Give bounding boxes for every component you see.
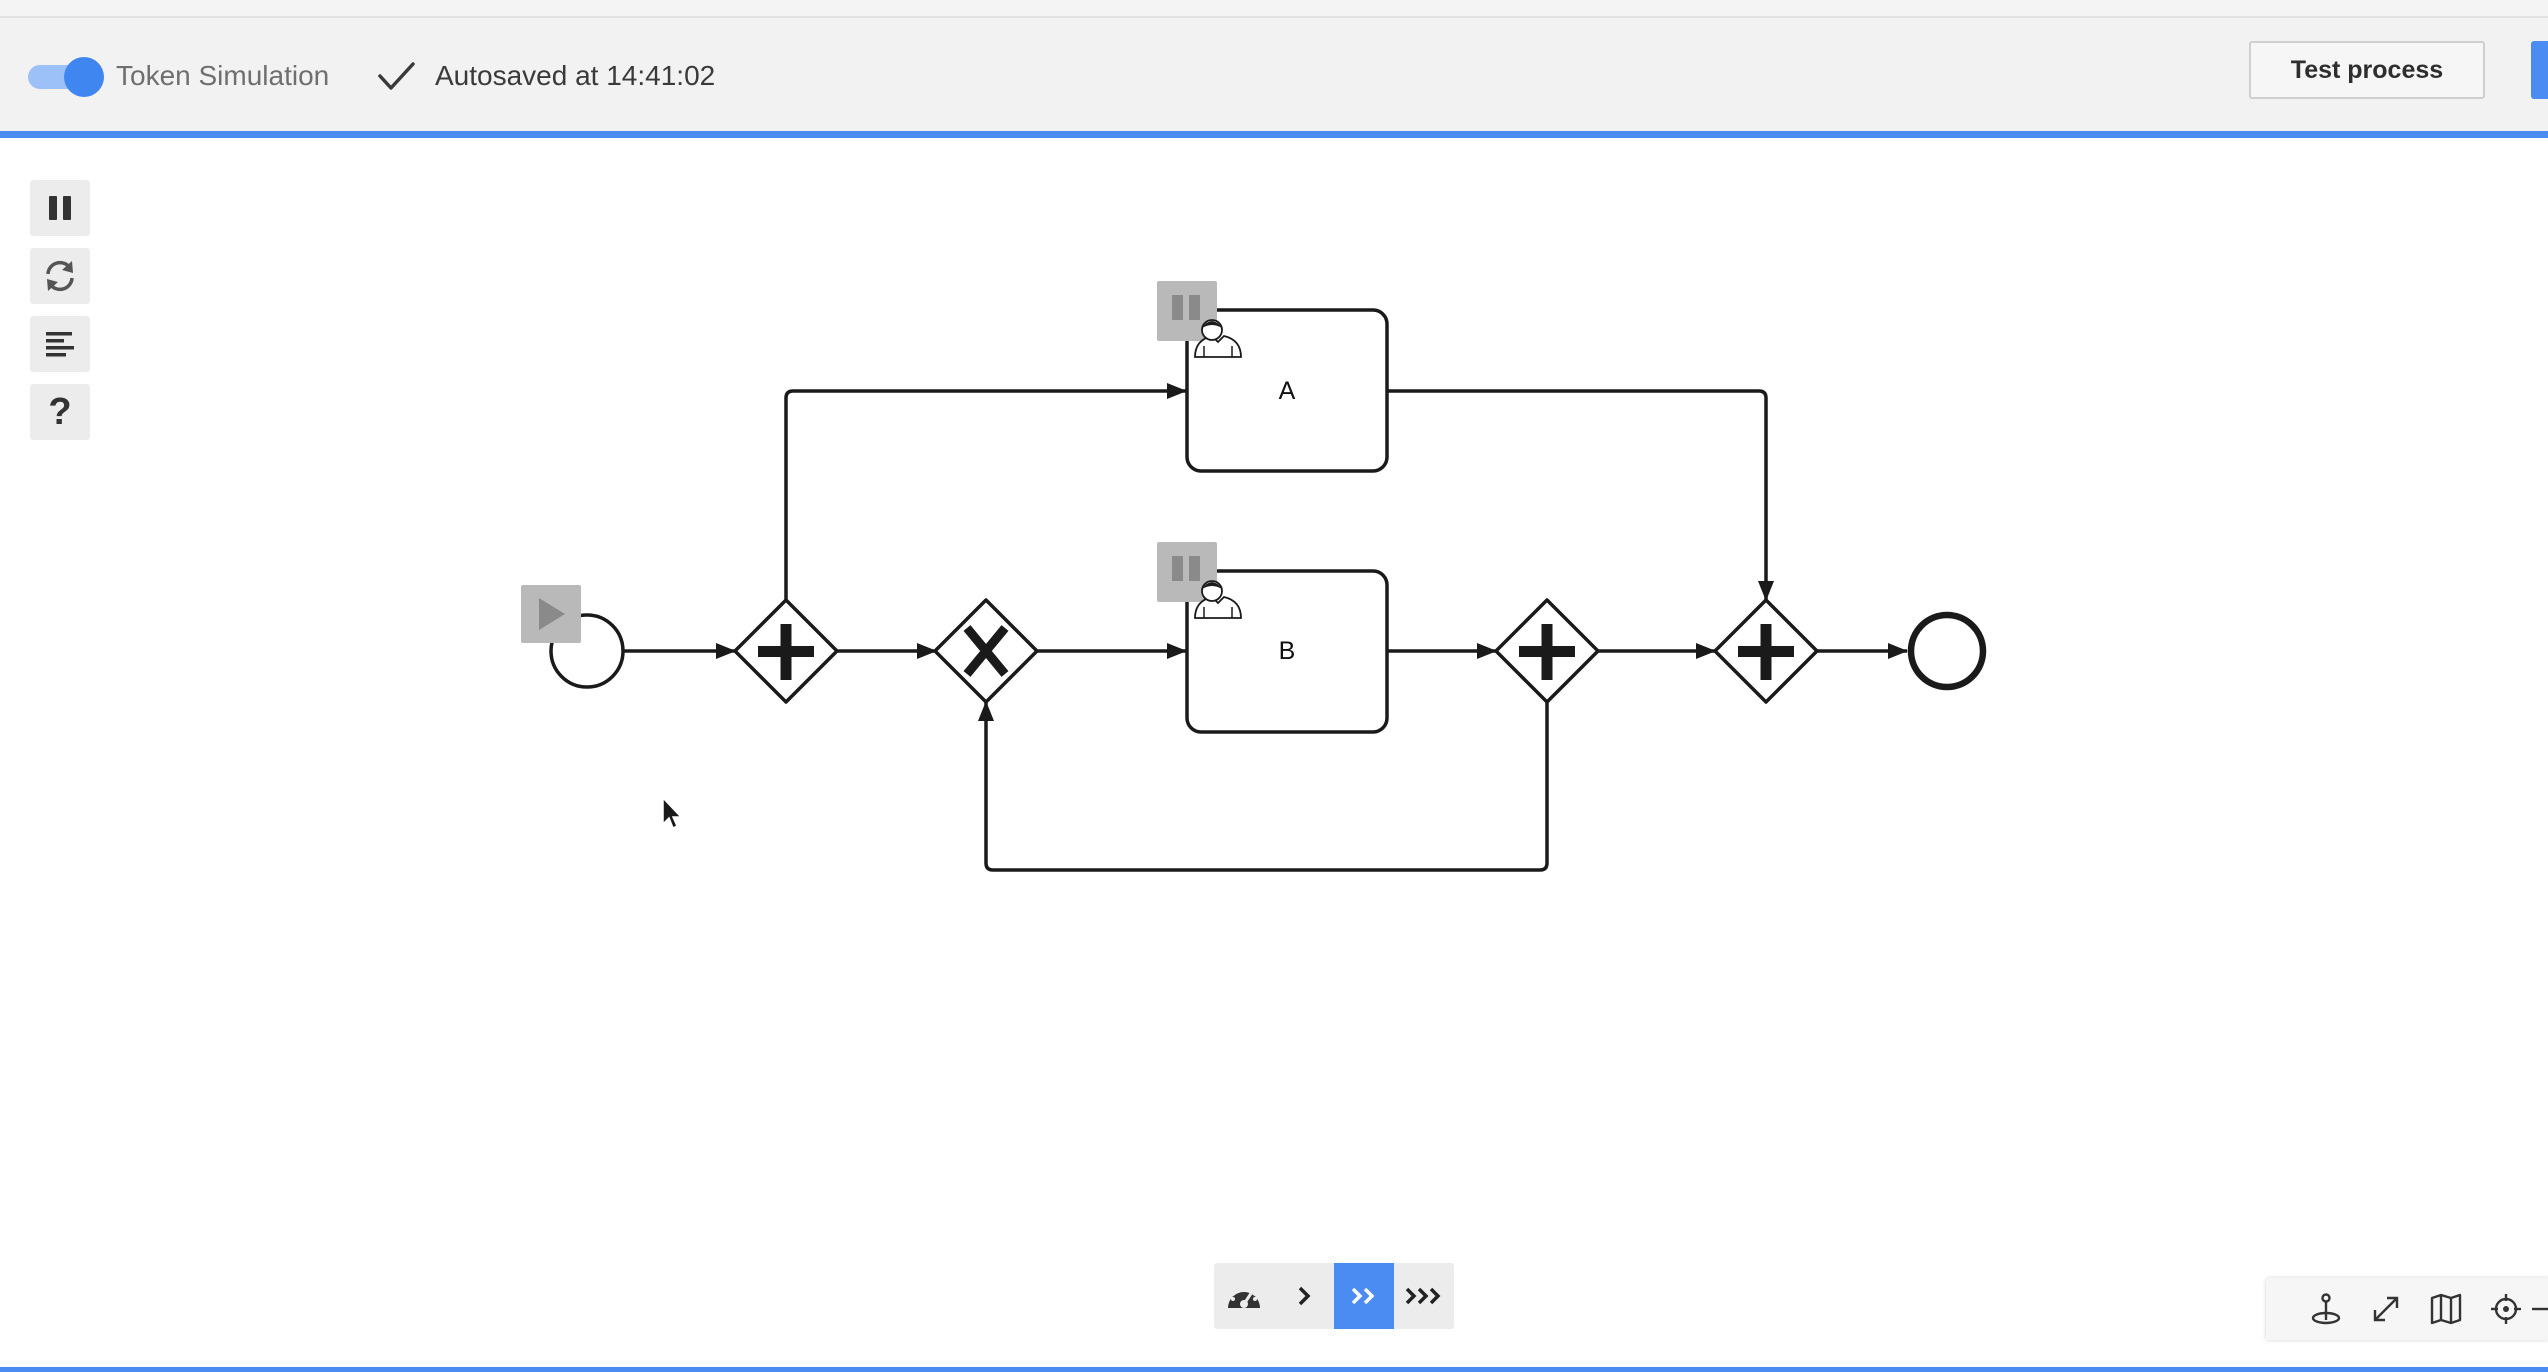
speed-1x-icon bbox=[1298, 1286, 1311, 1306]
reset-view-button[interactable] bbox=[2484, 1288, 2528, 1330]
canvas-navigation-controls bbox=[2266, 1278, 2548, 1340]
toggle-knob bbox=[64, 57, 104, 97]
zoom-out-icon bbox=[2532, 1307, 2548, 1311]
task-b-label: B bbox=[1279, 637, 1296, 665]
exclusive-gateway[interactable] bbox=[933, 598, 1039, 704]
fullscreen-icon bbox=[2373, 1296, 2399, 1322]
checkmark-icon bbox=[378, 62, 415, 90]
speed-gauge-icon bbox=[1228, 1286, 1260, 1308]
simulation-active-bar bbox=[0, 131, 2548, 138]
simulation-active-bar-bottom bbox=[0, 1367, 2548, 1372]
zoom-out-button[interactable] bbox=[2528, 1288, 2548, 1330]
test-process-button[interactable]: Test process bbox=[2249, 41, 2485, 99]
minimap-button[interactable] bbox=[2424, 1288, 2468, 1330]
anchor-icon bbox=[2311, 1293, 2341, 1325]
mouse-cursor-icon bbox=[662, 796, 683, 830]
speed-settings-button[interactable] bbox=[1214, 1263, 1274, 1329]
parallel-gateway-join[interactable] bbox=[1713, 598, 1819, 704]
start-token-button[interactable] bbox=[521, 585, 581, 643]
speed-3x-icon bbox=[1405, 1287, 1441, 1305]
speed-2x-icon bbox=[1351, 1287, 1375, 1305]
deploy-button[interactable] bbox=[2531, 41, 2548, 99]
anchor-button[interactable] bbox=[2304, 1288, 2348, 1330]
fullscreen-button[interactable] bbox=[2364, 1288, 2408, 1330]
toggle-label: Token Simulation bbox=[116, 60, 330, 91]
top-strip bbox=[0, 0, 2548, 18]
end-event[interactable] bbox=[1907, 611, 1987, 691]
speed-3x-button[interactable] bbox=[1394, 1263, 1454, 1329]
autosave-status: Autosaved at 14:41:02 bbox=[435, 60, 716, 91]
token-simulation-toggle[interactable] bbox=[26, 56, 104, 97]
parallel-gateway-join-b[interactable] bbox=[1494, 598, 1600, 704]
locate-icon bbox=[2491, 1294, 2521, 1324]
parallel-gateway-fork[interactable] bbox=[733, 598, 839, 704]
flow-task-a-to-join[interactable] bbox=[1387, 389, 1774, 601]
speed-1x-button[interactable] bbox=[1274, 1263, 1334, 1329]
bpmn-canvas: A B bbox=[521, 281, 1987, 872]
map-icon bbox=[2430, 1293, 2462, 1325]
speed-2x-button[interactable] bbox=[1334, 1263, 1394, 1329]
simulation-speed-control bbox=[1214, 1263, 1454, 1329]
flow-fork-to-task-a[interactable] bbox=[784, 383, 1187, 600]
task-a-label: A bbox=[1279, 377, 1296, 405]
